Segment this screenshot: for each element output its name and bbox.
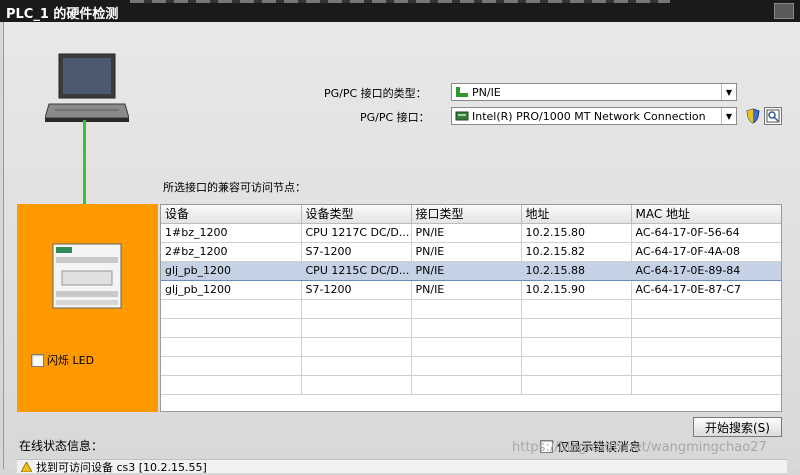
empty-row: [161, 375, 781, 395]
cell-address: 10.2.15.88: [521, 260, 632, 281]
table-row[interactable]: 2#bz_1200 S7-1200 PN/IE 10.2.15.82 AC-64…: [161, 242, 781, 262]
flash-led-label: 闪烁 LED: [47, 354, 95, 367]
cell-address: 10.2.15.80: [521, 223, 632, 243]
cell-device: glj_pb_1200: [161, 260, 302, 281]
cell-interface-type: PN/IE: [411, 260, 522, 281]
cell-device: 1#bz_1200: [161, 223, 302, 243]
diagnose-icon[interactable]: [764, 107, 782, 125]
interface-type-label: PG/PC 接口的类型：: [324, 87, 427, 100]
cell-device-type: S7-1200: [301, 280, 412, 300]
interface-label: PG/PC 接口：: [360, 111, 430, 124]
shield-icon[interactable]: [744, 107, 762, 125]
column-header-address[interactable]: 地址: [521, 205, 632, 224]
nodes-table: 设备 设备类型 接口类型 地址 MAC 地址 1#bz_1200 CPU 121…: [160, 204, 782, 412]
empty-row: [161, 337, 781, 357]
cell-interface-type: PN/IE: [411, 223, 522, 243]
chevron-down-icon[interactable]: ▼: [721, 108, 736, 124]
interface-value: Intel(R) PRO/1000 MT Network Connection: [472, 109, 706, 123]
start-search-button[interactable]: 开始搜索(S): [693, 417, 782, 437]
empty-row: [161, 299, 781, 319]
flash-led-box[interactable]: [31, 353, 44, 367]
column-header-interface-type[interactable]: 接口类型: [411, 205, 522, 224]
cell-device-type: S7-1200: [301, 242, 412, 262]
title-bar: PLC_1 的硬件检测: [0, 0, 800, 22]
watermark: https://blog.csdn.net/wangmingchao27: [512, 440, 767, 455]
flash-led-checkbox[interactable]: 闪烁 LED: [31, 352, 94, 368]
background-window-strip: [130, 0, 670, 3]
cell-address: 10.2.15.90: [521, 280, 632, 300]
cell-mac-address: AC-64-17-0E-87-C7: [631, 280, 781, 300]
cell-interface-type: PN/IE: [411, 280, 522, 300]
pg-laptop-icon: [45, 53, 129, 122]
cell-interface-type: PN/IE: [411, 242, 522, 262]
target-device-panel: 闪烁 LED: [17, 204, 158, 412]
interface-select[interactable]: Intel(R) PRO/1000 MT Network Connection …: [451, 107, 737, 125]
close-icon[interactable]: [774, 3, 794, 19]
cell-device-type: CPU 1217C DC/D...: [301, 223, 412, 243]
online-status-label: 在线状态信息：: [19, 439, 104, 453]
table-header-row: 设备 设备类型 接口类型 地址 MAC 地址: [161, 205, 781, 224]
column-header-mac-address[interactable]: MAC 地址: [631, 205, 781, 224]
interface-type-select[interactable]: PN/IE ▼: [451, 83, 737, 101]
column-header-device-type[interactable]: 设备类型: [301, 205, 412, 224]
column-header-device[interactable]: 设备: [161, 205, 302, 224]
window-title: PLC_1 的硬件检测: [6, 7, 119, 22]
compatible-nodes-label: 所选接口的兼容可访问节点：: [163, 181, 306, 194]
table-row[interactable]: 1#bz_1200 CPU 1217C DC/D... PN/IE 10.2.1…: [161, 223, 781, 243]
empty-row: [161, 318, 781, 338]
cell-mac-address: AC-64-17-0F-56-64: [631, 223, 781, 243]
table-row[interactable]: glj_pb_1200 S7-1200 PN/IE 10.2.15.90 AC-…: [161, 280, 781, 300]
status-message-row: 找到可访问设备 cs3 [10.2.15.55]: [17, 459, 787, 474]
chevron-down-icon[interactable]: ▼: [721, 84, 736, 100]
cell-mac-address: AC-64-17-0F-4A-08: [631, 242, 781, 262]
ethernet-icon: [456, 87, 468, 97]
interface-type-value: PN/IE: [472, 85, 501, 99]
cell-device: 2#bz_1200: [161, 242, 302, 262]
network-card-icon: [455, 111, 469, 121]
status-message: 找到可访问设备 cs3 [10.2.15.55]: [36, 460, 207, 474]
empty-row: [161, 356, 781, 376]
table-row-selected[interactable]: glj_pb_1200 CPU 1215C DC/D... PN/IE 10.2…: [161, 260, 781, 281]
plc-device-icon: [52, 243, 122, 309]
cell-device: glj_pb_1200: [161, 280, 302, 300]
cell-device-type: CPU 1215C DC/D...: [301, 260, 412, 281]
warning-icon: [21, 461, 32, 472]
cell-address: 10.2.15.82: [521, 242, 632, 262]
cell-mac-address: AC-64-17-0E-89-84: [631, 260, 781, 281]
